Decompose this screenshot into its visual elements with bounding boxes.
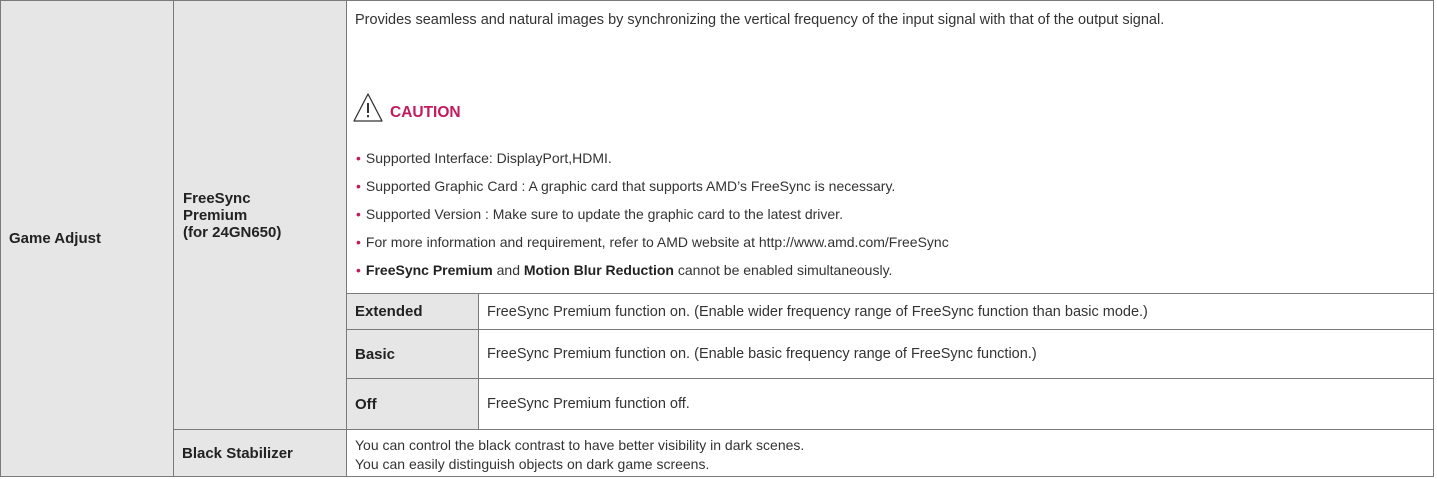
border-right (1433, 0, 1434, 477)
bullet-item: • FreeSync Premium and Motion Blur Reduct… (356, 262, 893, 278)
row-label-game-adjust: Game Adjust (1, 1, 173, 476)
border-left (0, 0, 1, 477)
divider-row-basic (346, 378, 1434, 379)
option-desc-off: FreeSync Premium function off. (487, 396, 690, 412)
bullet-item: • Supported Graphic Card : A graphic card… (356, 178, 896, 194)
option-desc-basic: FreeSync Premium function on. (Enable ba… (487, 346, 1037, 362)
option-label-basic: Basic (347, 330, 478, 378)
border-top (0, 0, 1434, 1)
border-bottom (0, 476, 1434, 477)
divider-row-freesync-bottom (173, 429, 1434, 430)
caution-bullet-list: • Supported Interface: DisplayPort,HDMI. … (356, 148, 949, 288)
black-stabilizer-label-cell: Black Stabilizer (174, 430, 346, 476)
divider-col-1 (173, 0, 174, 477)
bullet-dot: • (356, 262, 361, 278)
caution-label: CAUTION (390, 104, 461, 121)
option-desc-extended: FreeSync Premium function on. (Enable wi… (487, 303, 1148, 320)
caution-header: CAUTION (352, 92, 461, 128)
bullet-dot: • (356, 206, 361, 222)
bullet-item: • For more information and requirement, r… (356, 234, 949, 250)
warning-triangle-icon (352, 92, 384, 128)
bullet-item: • Supported Interface: DisplayPort,HDMI. (356, 150, 612, 166)
freesync-label-cell: FreeSync Premium (for 24GN650) (174, 1, 346, 429)
option-label-extended: Extended (347, 294, 478, 329)
game-adjust-label: Game Adjust (9, 230, 101, 247)
divider-row-options-top (346, 293, 1434, 294)
black-stabilizer-label: Black Stabilizer (182, 444, 293, 462)
divider-col-2 (346, 0, 347, 477)
freesync-description: Provides seamless and natural images by … (355, 12, 1165, 28)
freesync-label: FreeSync Premium (for 24GN650) (183, 189, 282, 241)
option-label-off: Off (347, 379, 478, 429)
bullet-dot: • (356, 150, 361, 166)
divider-col-3 (478, 293, 479, 430)
settings-table: Game Adjust FreeSync Premium (for 24GN65… (0, 0, 1437, 479)
black-stabilizer-description: You can control the black contrast to ha… (355, 437, 805, 472)
divider-row-extended (346, 329, 1434, 330)
bullet-dot: • (356, 178, 361, 194)
bullet-item: • Supported Version : Make sure to update… (356, 206, 843, 222)
bullet-dot: • (356, 234, 361, 250)
